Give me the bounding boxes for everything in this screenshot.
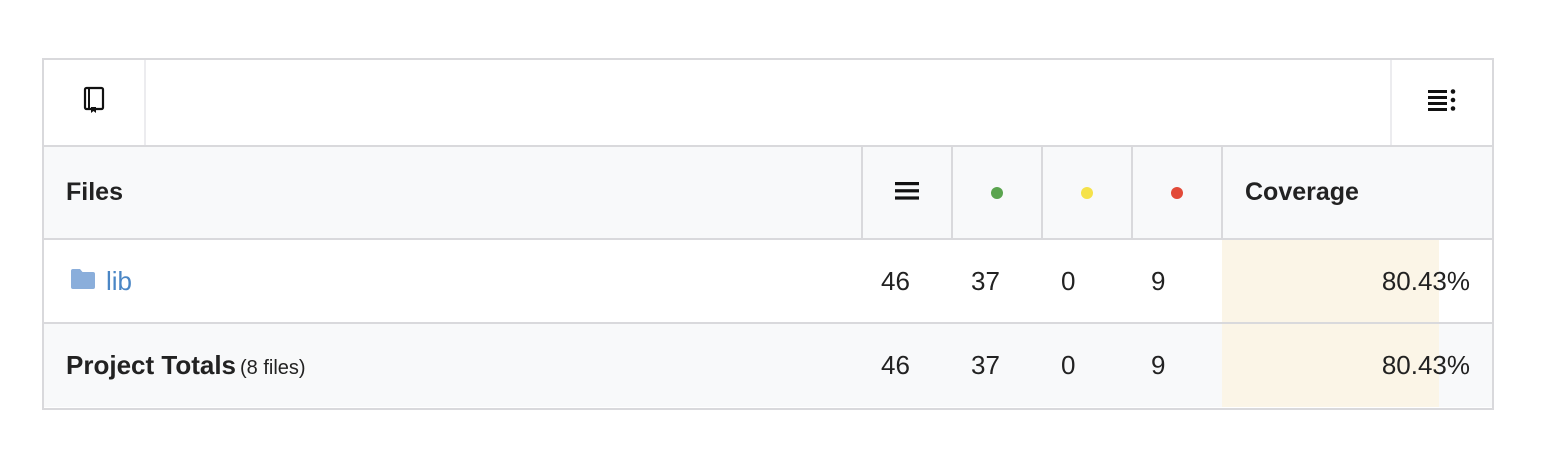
coverage-table: Files Coverage lib 46 37 0 9 80.43% Proj… — [44, 147, 1492, 407]
files-column-header[interactable]: Files — [44, 147, 862, 240]
green-dot-icon — [991, 187, 1003, 200]
book-button[interactable] — [44, 60, 146, 145]
totals-row: Project Totals (8 files) 46 37 0 9 80.43% — [44, 323, 1492, 407]
totals-label: Project Totals — [66, 350, 237, 380]
miss-cell: 9 — [1151, 265, 1166, 296]
totals-coverage-value: 80.43% — [1381, 350, 1470, 380]
totals-hit-cell: 37 — [971, 350, 1000, 380]
totals-lines-cell: 46 — [881, 350, 910, 380]
file-name-cell: lib — [44, 239, 862, 323]
folder-link[interactable]: lib — [70, 266, 132, 297]
totals-file-count: (8 files) — [240, 357, 306, 379]
toolbar — [44, 60, 1492, 147]
yellow-dot-icon — [1081, 187, 1093, 200]
lines-column-header[interactable] — [861, 147, 952, 240]
miss-column-header[interactable] — [1131, 147, 1222, 240]
hit-column-header[interactable] — [951, 147, 1042, 240]
coverage-column-header[interactable]: Coverage — [1221, 147, 1492, 240]
totals-name-cell: Project Totals (8 files) — [44, 323, 862, 407]
partial-column-header[interactable] — [1041, 147, 1132, 240]
totals-partial-cell: 0 — [1061, 350, 1076, 380]
list-settings-button[interactable] — [1390, 60, 1492, 145]
lines-icon — [895, 182, 919, 200]
red-dot-icon — [1171, 187, 1183, 200]
folder-name: lib — [106, 265, 133, 296]
partial-cell: 0 — [1061, 265, 1076, 296]
lines-cell: 46 — [881, 265, 910, 296]
coverage-panel: Files Coverage lib 46 37 0 9 80.43% Proj… — [42, 58, 1494, 410]
coverage-value: 80.43% — [1381, 265, 1470, 296]
coverage-cell: 80.43% — [1222, 239, 1492, 323]
hit-cell: 37 — [971, 265, 1000, 296]
totals-miss-cell: 9 — [1151, 350, 1166, 380]
totals-coverage-cell: 80.43% — [1222, 323, 1492, 407]
table-row: lib 46 37 0 9 80.43% — [44, 239, 1492, 323]
folder-icon — [70, 266, 96, 297]
list-settings-icon — [1428, 89, 1456, 116]
table-header-row: Files Coverage — [44, 147, 1492, 240]
book-icon — [82, 86, 106, 119]
